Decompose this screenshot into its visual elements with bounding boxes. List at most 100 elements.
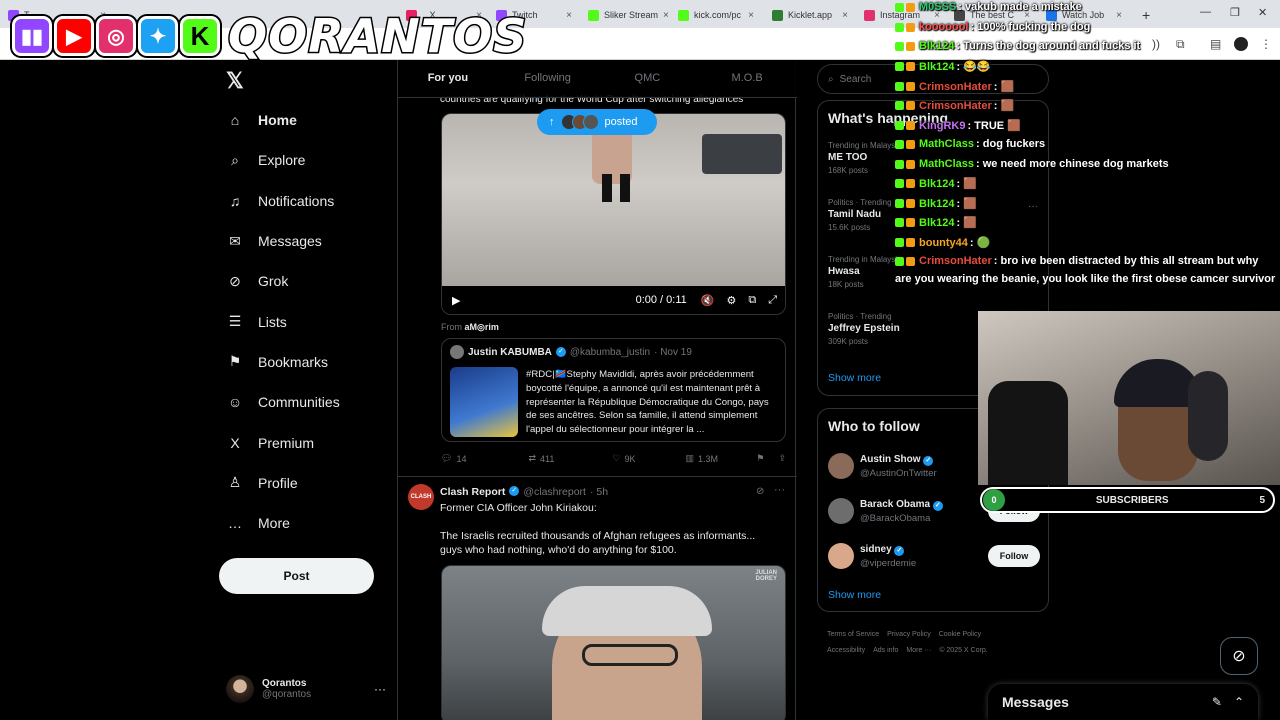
- sidebar-item-explore[interactable]: ⌕ Explore: [226, 140, 396, 180]
- fullscreen-icon[interactable]: ⤢: [768, 294, 777, 307]
- chat-username[interactable]: CrimsonHater: [919, 81, 992, 93]
- grok-explain-icon[interactable]: ⊘: [756, 486, 764, 497]
- show-more-link[interactable]: Show more: [828, 372, 881, 384]
- mute-icon[interactable]: 🔇: [701, 294, 715, 307]
- play-icon[interactable]: ▶: [452, 294, 460, 307]
- compose-message-icon[interactable]: ✎: [1212, 695, 1222, 709]
- video-player[interactable]: ▶ 0:00 / 0:11 🔇 ⚙ ⧉ ⤢: [441, 113, 786, 315]
- settings-gear-icon[interactable]: ⚙: [726, 294, 736, 307]
- more-dots-icon[interactable]: ···: [374, 682, 386, 696]
- chat-message: CrimsonHater: 🟫: [895, 99, 1014, 112]
- avatar[interactable]: CLASH: [408, 484, 434, 510]
- post-text-line: The Israelis recruited thousands of Afgh…: [440, 530, 756, 556]
- kick-badge-icon: [895, 41, 904, 51]
- grok-floating-button[interactable]: ⊘: [1220, 637, 1258, 675]
- subscriber-goal-bar: 0 SUBSCRIBERS 5: [980, 487, 1275, 513]
- restore-icon[interactable]: ❐: [1230, 6, 1240, 19]
- footer-link[interactable]: Accessibility: [827, 647, 865, 654]
- repost-button[interactable]: ⇄ 411: [528, 453, 554, 464]
- browser-tab[interactable]: Sliker Stream ×: [582, 4, 670, 26]
- reply-button[interactable]: 💬︎ 14: [441, 453, 466, 464]
- chat-username[interactable]: bounty44: [919, 237, 968, 249]
- post-button[interactable]: Post: [219, 558, 374, 594]
- tab-following[interactable]: Following: [498, 60, 598, 97]
- wifi-icon[interactable]: )): [1152, 37, 1160, 51]
- chat-username[interactable]: KingRK9: [919, 120, 965, 132]
- sidebar-item-messages[interactable]: ✉ Messages: [226, 221, 396, 261]
- tab-close-icon[interactable]: ×: [1116, 10, 1122, 21]
- sidebar-item-notifications[interactable]: ♫ Notifications: [226, 181, 396, 221]
- footer-link[interactable]: Privacy Policy: [887, 631, 931, 638]
- expand-icon[interactable]: ⌃: [1234, 695, 1244, 709]
- chat-username[interactable]: kooooool: [919, 21, 969, 33]
- sub-badge-icon: [906, 62, 915, 71]
- account-switcher[interactable]: Qorantos @qorantos ···: [226, 672, 386, 706]
- chat-username[interactable]: CrimsonHater: [919, 255, 992, 267]
- primary-nav: ⌂ Home ⌕ Explore ♫ Notifications ✉ Messages ⊘ Gro…: [226, 100, 396, 543]
- sub-goal-label: SUBSCRIBERS: [1095, 494, 1169, 506]
- views-icon: ▥: [685, 453, 694, 463]
- sidebar-item-profile[interactable]: ♙ Profile: [226, 463, 396, 503]
- twitter-logo: ✦: [138, 16, 178, 56]
- x-logo-icon[interactable]: 𝕏: [226, 68, 244, 94]
- chat-username[interactable]: Blk124: [919, 40, 954, 52]
- new-posts-pill[interactable]: ↑ posted: [537, 109, 657, 135]
- tab-m-o-b[interactable]: M.O.B: [697, 60, 797, 97]
- sidebar-icon[interactable]: ▤: [1210, 37, 1221, 51]
- pip-icon[interactable]: ⧉: [748, 294, 756, 307]
- tab-close-icon[interactable]: ×: [842, 10, 848, 21]
- browser-tab[interactable]: kick.com/pc ×: [672, 4, 760, 26]
- more-dots-icon[interactable]: ···: [1028, 201, 1038, 212]
- sidebar-item-communities[interactable]: ☺ Communities: [226, 382, 396, 422]
- tab-close-icon[interactable]: ×: [663, 10, 669, 21]
- browser-tab[interactable]: Kicklet.app ×: [766, 4, 854, 26]
- footer-link[interactable]: Terms of Service: [827, 631, 879, 638]
- chat-username[interactable]: Blk124: [919, 217, 954, 229]
- chat-username[interactable]: M0SSS: [919, 1, 956, 13]
- new-tab-button[interactable]: +: [1136, 4, 1156, 26]
- quoted-post[interactable]: Justin KABUMBA ✓ @kabumba_justin · Nov 1…: [441, 338, 786, 442]
- chat-username[interactable]: Blk124: [919, 61, 954, 73]
- sidebar-item-lists[interactable]: ☰ Lists: [226, 301, 396, 341]
- sidebar-item-grok[interactable]: ⊘ Grok: [226, 261, 396, 301]
- chat-username[interactable]: CrimsonHater: [919, 100, 992, 112]
- chat-username[interactable]: Blk124: [919, 198, 954, 210]
- video-controls: ▶ 0:00 / 0:11 🔇 ⚙ ⧉ ⤢: [442, 286, 785, 314]
- footer-link[interactable]: More ···: [906, 647, 931, 654]
- bookmark-icon[interactable]: ⚑: [756, 453, 764, 464]
- footer-link[interactable]: © 2025 X Corp.: [939, 647, 987, 654]
- account-name: Qorantos: [262, 678, 307, 689]
- verified-icon: ✓: [555, 347, 566, 357]
- follow-button[interactable]: Follow: [988, 545, 1040, 567]
- chat-username[interactable]: Blk124: [919, 178, 954, 190]
- post-author-name[interactable]: Clash Report: [440, 486, 505, 498]
- post-media[interactable]: JULIAN DOREY: [441, 565, 786, 720]
- from-name[interactable]: aM◎rim: [465, 322, 499, 332]
- tab-close-icon[interactable]: ×: [748, 10, 754, 21]
- tab-qmc[interactable]: QMC: [598, 60, 698, 97]
- like-button[interactable]: ♡ 9K: [612, 453, 635, 464]
- post-text-line: Former CIA Officer John Kiriakou:: [440, 502, 597, 514]
- streamer-brand-name: QORANTOS: [226, 8, 528, 65]
- tab-for-you[interactable]: For you: [398, 60, 498, 97]
- sidebar-item-more[interactable]: … More: [226, 503, 396, 543]
- messages-drawer[interactable]: Messages ✎ ⌃: [988, 684, 1258, 720]
- sidebar-item-home[interactable]: ⌂ Home: [226, 100, 396, 140]
- footer-link[interactable]: Ads info: [873, 647, 898, 654]
- browser-profile-avatar[interactable]: [1234, 37, 1248, 51]
- sidebar-item-premium[interactable]: X Premium: [226, 422, 396, 462]
- tab-close-icon[interactable]: ×: [566, 10, 572, 21]
- minimize-icon[interactable]: —: [1200, 6, 1211, 18]
- views-button[interactable]: ▥ 1.3M: [685, 453, 718, 464]
- follow-suggestion[interactable]: sidney ✓ @viperdemie Follow: [828, 539, 1040, 573]
- show-more-link[interactable]: Show more: [828, 589, 881, 601]
- browser-menu-icon[interactable]: ⋮: [1260, 37, 1272, 51]
- more-dots-icon[interactable]: ···: [774, 484, 785, 496]
- chat-username[interactable]: MathClass: [919, 158, 974, 170]
- chat-username[interactable]: MathClass: [919, 138, 974, 150]
- sidebar-item-bookmarks[interactable]: ⚑ Bookmarks: [226, 342, 396, 382]
- share-icon[interactable]: ⇪: [778, 453, 786, 464]
- puzzle-icon[interactable]: ⧉: [1176, 37, 1185, 52]
- close-window-icon[interactable]: ✕: [1258, 6, 1267, 19]
- footer-link[interactable]: Cookie Policy: [939, 631, 981, 638]
